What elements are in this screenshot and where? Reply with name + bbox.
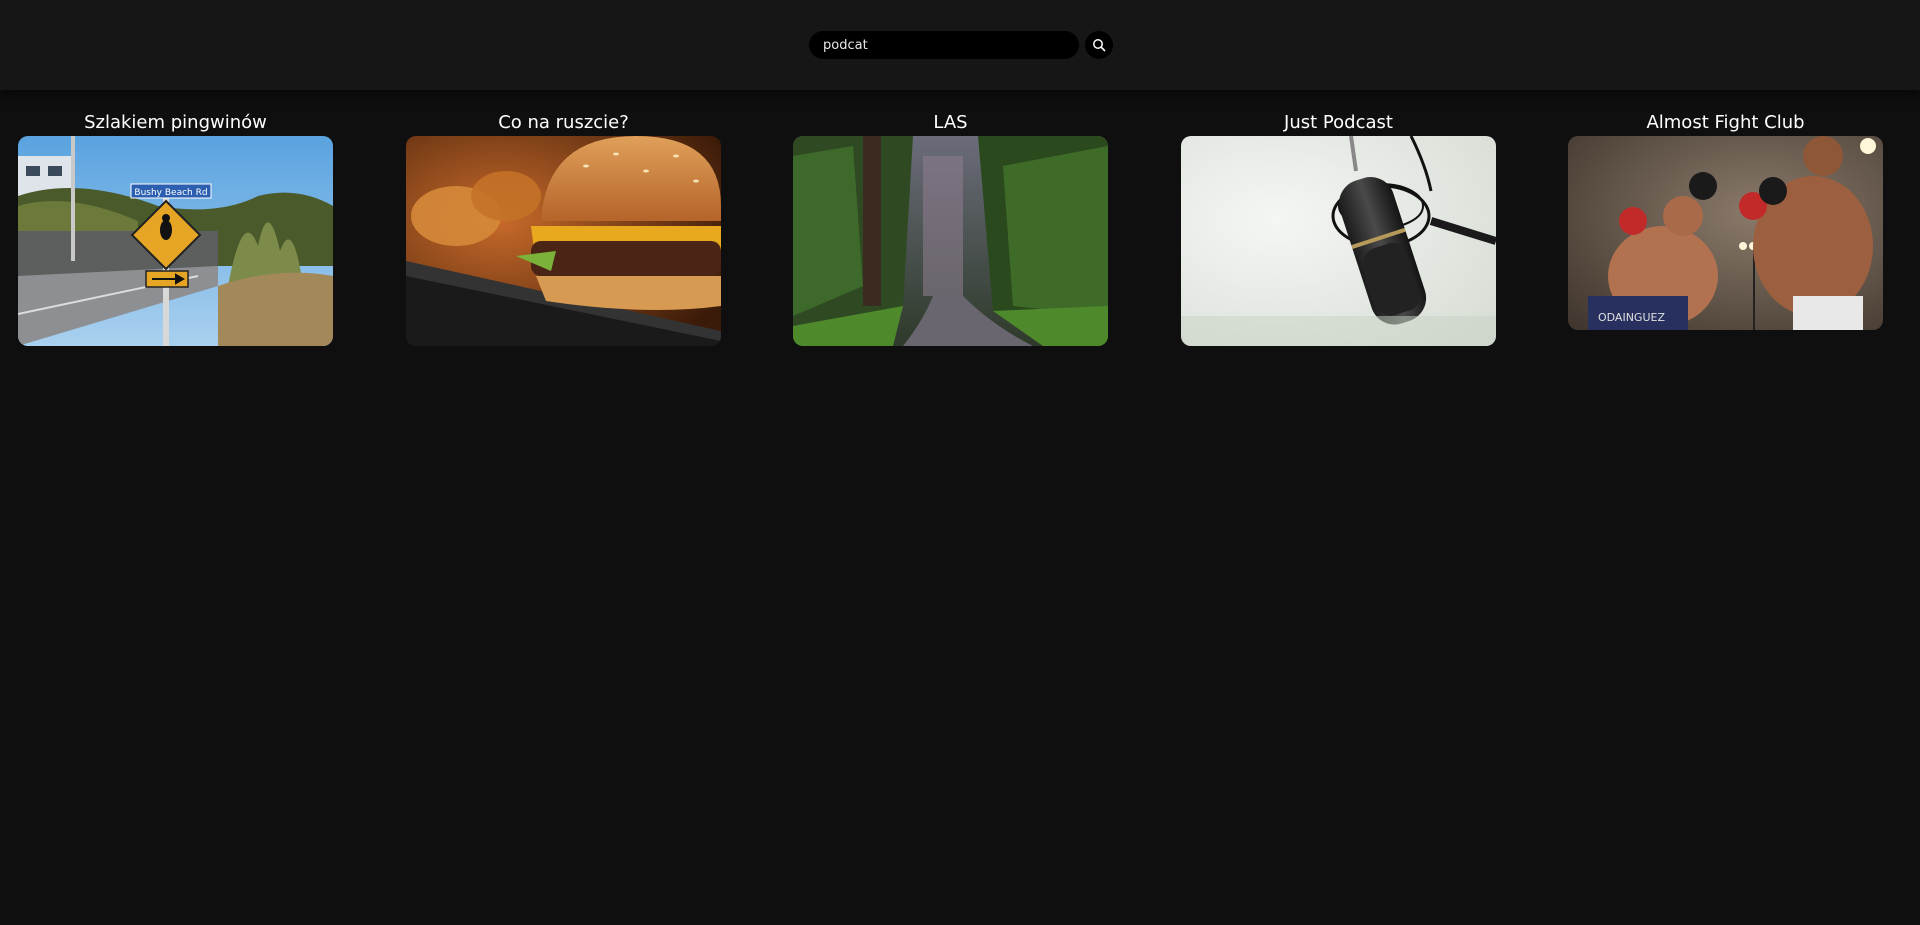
svg-text:ODAINGUEZ: ODAINGUEZ: [1598, 311, 1665, 324]
podcast-title: LAS: [933, 112, 968, 133]
podcast-cover-image[interactable]: ODAINGUEZ: [1568, 136, 1883, 330]
podcast-title: Szlakiem pingwinów: [84, 112, 267, 133]
podcast-title: Just Podcast: [1284, 112, 1393, 133]
top-bar: [0, 0, 1920, 90]
podcast-card[interactable]: Almost Fight Club ODAINGUEZ: [1568, 110, 1883, 330]
podcast-card[interactable]: Just Podcast: [1181, 110, 1496, 346]
podcast-cover-image[interactable]: Bushy Beach Rd: [18, 136, 333, 346]
podcast-cover-image[interactable]: [1181, 136, 1496, 346]
podcast-card[interactable]: Co na ruszcie?: [406, 110, 721, 346]
podcast-card[interactable]: LAS: [793, 110, 1108, 346]
search-icon: [1092, 38, 1106, 52]
street-sign-text: Bushy Beach Rd: [134, 188, 207, 198]
search-input[interactable]: [809, 31, 1079, 59]
search-bar: [809, 31, 1113, 59]
search-button[interactable]: [1085, 31, 1113, 59]
podcast-cover-image[interactable]: [793, 136, 1108, 346]
podcast-card[interactable]: Szlakiem pingwinów Bushy Beach Rd: [18, 110, 333, 346]
podcast-cover-image[interactable]: [406, 136, 721, 346]
podcast-title: Co na ruszcie?: [498, 112, 629, 133]
podcast-title: Almost Fight Club: [1646, 112, 1805, 133]
